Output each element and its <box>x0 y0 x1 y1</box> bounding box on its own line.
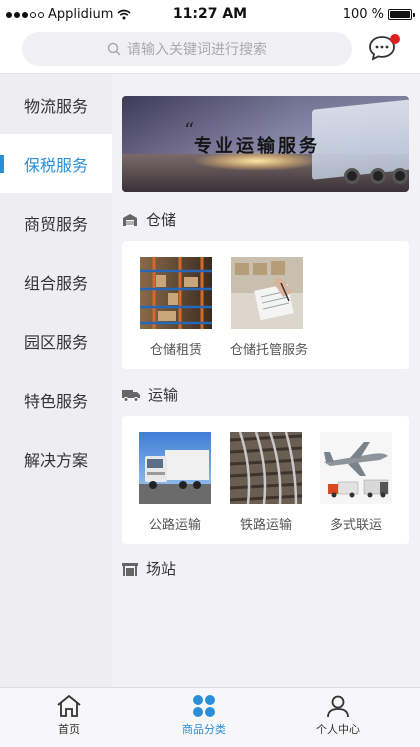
transport-card: 公路运输 铁路运输 多式联运 <box>122 416 409 544</box>
tab-label: 商品分类 <box>182 723 226 736</box>
sidebar-item-trade[interactable]: 商贸服务 <box>0 193 112 252</box>
sidebar-item-label: 园区服务 <box>24 332 89 352</box>
category-sidebar: 物流服务 保税服务 商贸服务 组合服务 园区服务 特色服务 解决方案 <box>0 75 112 687</box>
section-storage-title: 仓储 <box>122 209 176 230</box>
warehouse-icon <box>123 213 137 226</box>
section-title-text: 场站 <box>146 560 177 578</box>
truck-image <box>312 98 409 180</box>
item-label: 多式联运 <box>329 518 382 533</box>
item-label: 仓储托管服务 <box>230 343 309 358</box>
sidebar-item-label: 解决方案 <box>24 450 89 470</box>
notification-badge <box>390 34 400 44</box>
item-label: 公路运输 <box>148 518 201 533</box>
banner-title: 专业运输服务 <box>194 136 320 157</box>
sidebar-item-label: 商贸服务 <box>24 214 89 234</box>
plane-truck-image <box>320 432 392 504</box>
sidebar-item-bonded[interactable]: 保税服务 <box>0 134 112 193</box>
tab-home[interactable]: 首页 <box>19 694 119 737</box>
sidebar-item-combo[interactable]: 组合服务 <box>0 252 112 311</box>
item-label: 仓储租赁 <box>149 343 202 358</box>
bottom-tab-bar: 首页 商品分类 个人中心 <box>0 687 420 747</box>
tab-label: 首页 <box>58 723 80 736</box>
sidebar-item-label: 物流服务 <box>24 96 89 116</box>
home-icon <box>57 694 81 717</box>
sidebar-item-solutions[interactable]: 解决方案 <box>0 429 112 488</box>
sidebar-item-label: 组合服务 <box>24 273 89 293</box>
banner-quote-mark: “ <box>184 118 195 142</box>
user-icon <box>327 695 349 718</box>
railway-tracks-image <box>230 432 302 504</box>
section-title-text: 仓储 <box>146 211 177 229</box>
tab-label: 个人中心 <box>316 723 360 736</box>
section-title-text: 运输 <box>148 386 179 404</box>
transport-item-road[interactable]: 公路运输 <box>138 432 212 533</box>
sidebar-item-park[interactable]: 园区服务 <box>0 311 112 370</box>
storage-item-custody[interactable]: 仓储托管服务 <box>230 257 309 358</box>
header: 请输入关键词进行搜索 <box>0 30 420 74</box>
status-bar: Applidium 11:27 AM 100 % <box>0 0 420 30</box>
storage-card: 仓储租赁 仓储托管服务 <box>122 241 409 369</box>
inventory-check-image <box>231 257 303 329</box>
warehouse-shelves-image <box>140 257 212 329</box>
sidebar-item-logistics[interactable]: 物流服务 <box>0 75 112 134</box>
battery-text: 100 % <box>342 7 384 22</box>
category-content: “ 专业运输服务 仓储 仓储租赁 仓储托管服务 运输 公路运输 铁路运输 多式联… <box>112 75 420 687</box>
promo-banner[interactable]: “ 专业运输服务 <box>122 96 409 192</box>
item-label: 铁路运输 <box>239 518 292 533</box>
transport-item-multimodal[interactable]: 多式联运 <box>319 432 393 533</box>
storage-item-rental[interactable]: 仓储租赁 <box>139 257 213 358</box>
tab-profile[interactable]: 个人中心 <box>288 694 388 737</box>
section-station-title: 场站 <box>122 558 176 579</box>
tab-category[interactable]: 商品分类 <box>154 694 254 737</box>
battery-icon <box>388 9 415 20</box>
sidebar-item-label: 保税服务 <box>24 155 89 175</box>
search-icon <box>107 42 121 56</box>
category-grid-icon <box>193 695 215 717</box>
transport-item-rail[interactable]: 铁路运输 <box>229 432 303 533</box>
message-button[interactable] <box>368 34 400 64</box>
section-transport-title: 运输 <box>122 384 178 405</box>
truck-icon <box>122 389 140 402</box>
sidebar-item-special[interactable]: 特色服务 <box>0 370 112 429</box>
station-icon <box>122 562 138 576</box>
road-truck-image <box>139 432 211 504</box>
search-placeholder: 请输入关键词进行搜索 <box>127 42 267 58</box>
sidebar-item-label: 特色服务 <box>24 391 89 411</box>
search-bar[interactable]: 请输入关键词进行搜索 <box>22 32 352 66</box>
status-right: 100 % <box>342 7 415 22</box>
